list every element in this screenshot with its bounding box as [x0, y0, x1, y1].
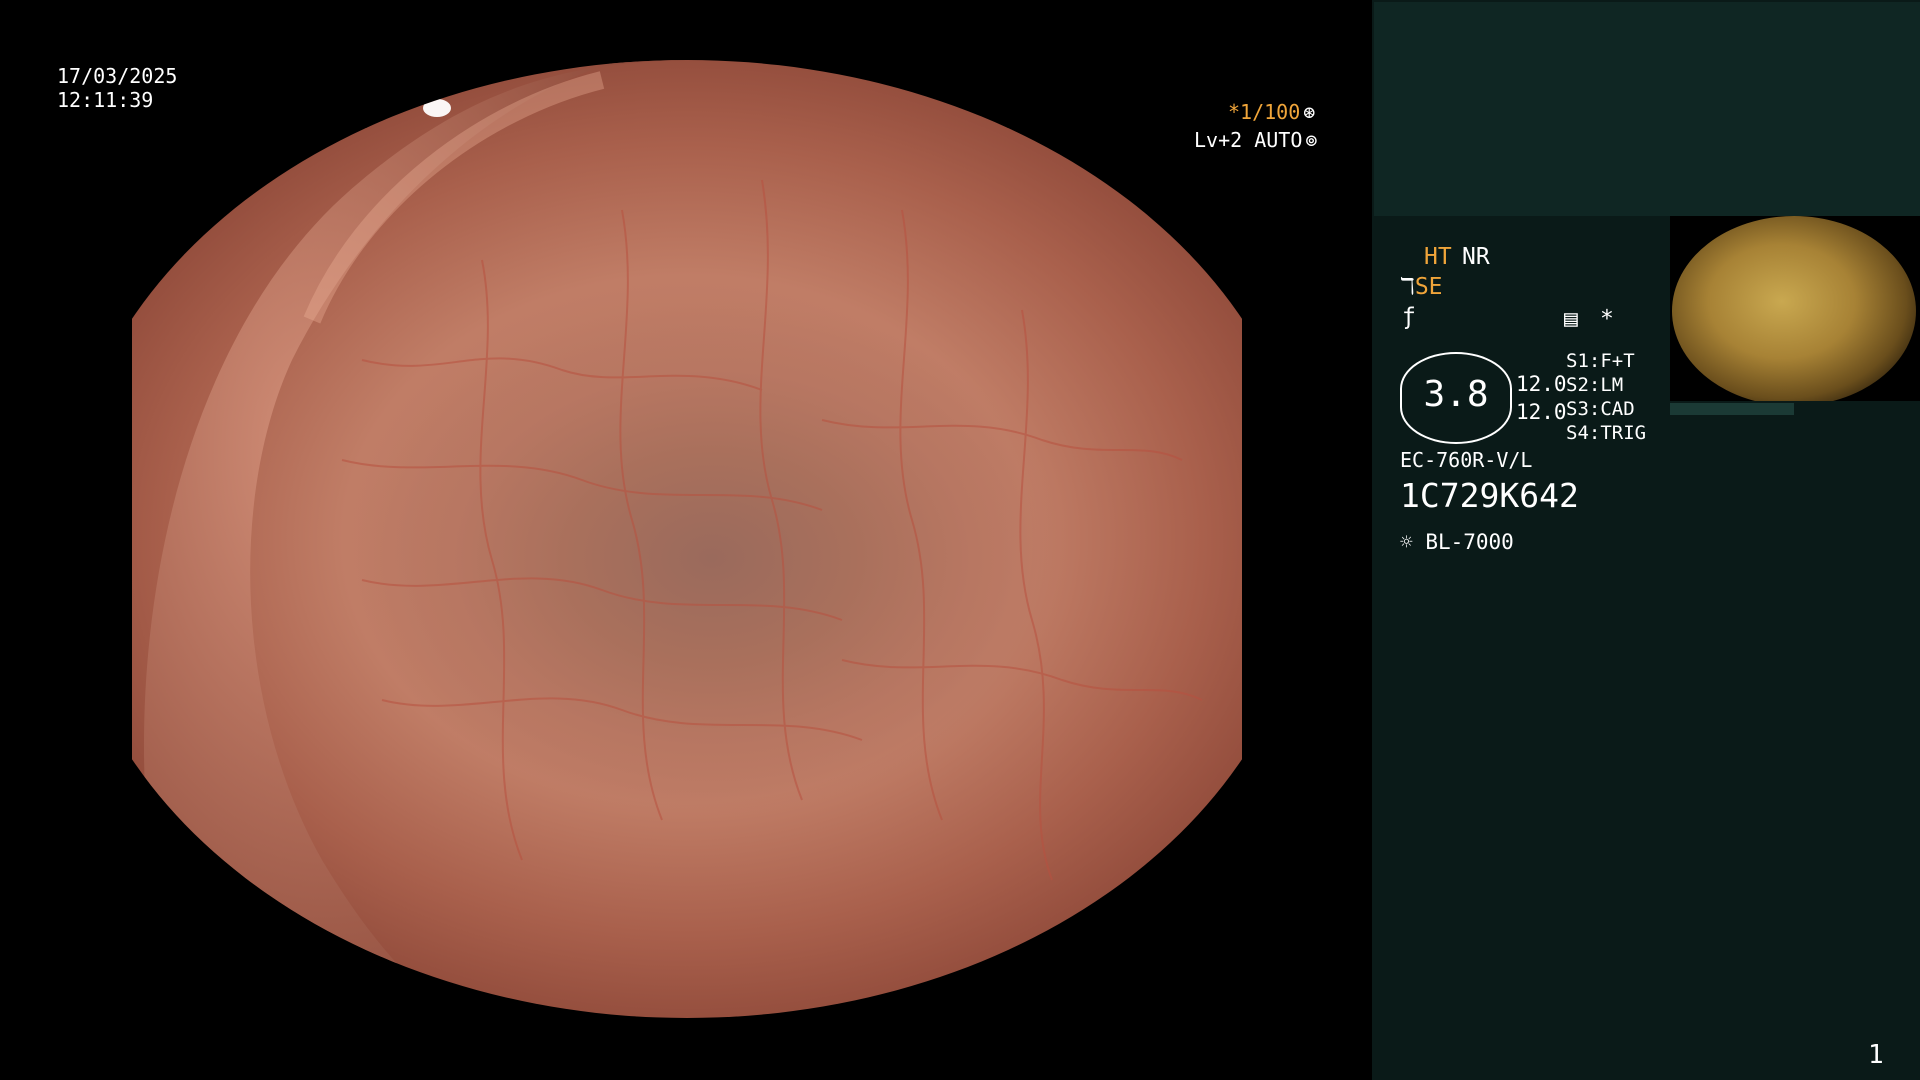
s1-item: S1:F+T: [1566, 350, 1635, 372]
shutter-speed: *1/100 ⊛: [1228, 100, 1316, 124]
thumbnail-bar: [1670, 403, 1794, 415]
thumbnail-image[interactable]: [1670, 216, 1920, 401]
magnification-value: 3.8: [1423, 374, 1489, 415]
asterisk-indicator: *: [1600, 306, 1614, 332]
s4-item: S4:TRIG: [1566, 422, 1647, 444]
settings-panel-icon[interactable]: ▤: [1564, 306, 1578, 332]
scope-model: EC-760R-V/L: [1400, 448, 1533, 472]
sun-icon: ☼: [1400, 530, 1413, 554]
ht-indicator: HT: [1424, 244, 1452, 270]
aperture-icon: ⊛: [1303, 100, 1316, 124]
s2-item: S2:LM: [1566, 374, 1624, 396]
info-panel-header: [1374, 2, 1920, 216]
endoscope-viewport: 17/03/2025 12:11:39 *1/100 ⊛ Lv+2 AUTO ⊚: [0, 0, 1372, 1080]
level-setting: Lv+2 AUTO ⊚: [1194, 128, 1318, 152]
thumbnail-scope-view: [1672, 216, 1916, 401]
f-curve-icon: ƒ: [1402, 304, 1416, 330]
endoscopic-image: [132, 60, 1242, 1018]
light-source: ☼ BL-7000: [1400, 530, 1514, 554]
nr-indicator: NR: [1462, 244, 1490, 270]
se-indicator: ℸSE: [1400, 274, 1443, 300]
structure-icon: ℸ: [1400, 274, 1415, 300]
s3-item: S3:CAD: [1566, 398, 1635, 420]
page-number: 1: [1868, 1040, 1884, 1070]
iris-icon: ⊚: [1305, 128, 1318, 152]
scope-serial: 1C729K642: [1400, 476, 1579, 515]
value-a: 12.0: [1516, 372, 1567, 396]
mucosa-vessel-pattern: [143, 60, 1203, 1018]
value-b: 12.0: [1516, 400, 1567, 424]
